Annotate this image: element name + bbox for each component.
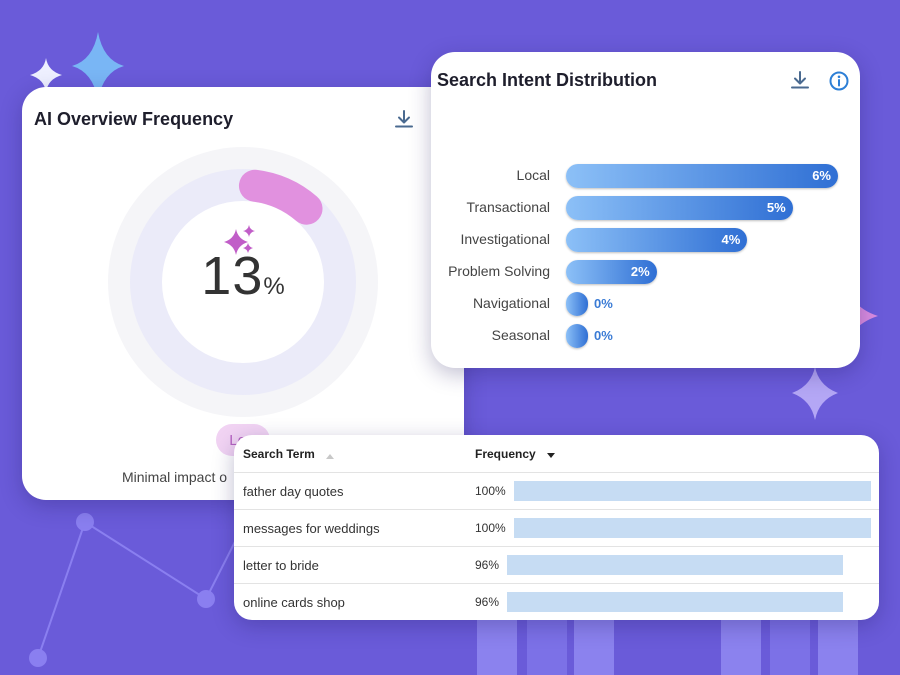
intent-bar[interactable]: 4% (566, 228, 748, 252)
frequency-cell: 100% (475, 521, 506, 535)
frequency-donut: 13% (108, 147, 378, 417)
intent-label: Investigational (460, 231, 550, 247)
sort-down-icon (547, 448, 556, 462)
intent-bar[interactable] (566, 324, 588, 348)
graph-node (76, 513, 94, 531)
intent-label: Navigational (472, 295, 550, 311)
frequency-cell: 100% (475, 484, 506, 498)
frequency-bar (514, 518, 871, 538)
sparkle-icon (792, 367, 838, 420)
intent-label: Seasonal (491, 327, 550, 343)
frequency-number: 13 (201, 246, 264, 306)
column-header-frequency[interactable]: Frequency (475, 447, 556, 462)
column-label: Frequency (475, 447, 536, 461)
impact-description: Minimal impact o (122, 469, 228, 485)
graph-node (197, 590, 215, 608)
frequency-bar (514, 481, 871, 501)
table-row[interactable]: letter to bride 96% (234, 546, 879, 583)
frequency-cell: 96% (475, 595, 500, 609)
intent-value: 6% (812, 168, 831, 183)
frequency-bar (507, 555, 843, 575)
table-row[interactable]: father day quotes 100% (234, 472, 879, 509)
intent-value: 4% (721, 232, 741, 247)
frequency-unit: % (263, 273, 285, 300)
intent-bar-row: Problem Solving 2% (431, 260, 860, 284)
search-intent-card: Search Intent Distribution Local 6% Transa… (431, 52, 860, 368)
intent-bar-row: Local 6% (431, 164, 860, 188)
search-term-cell: messages for weddings (243, 521, 380, 536)
search-term-cell: letter to bride (243, 558, 319, 573)
intent-bar-row: Investigational 4% (431, 228, 860, 252)
frequency-bar (507, 592, 843, 612)
search-term-cell: father day quotes (243, 484, 344, 499)
search-terms-table: Search Term Frequency father day quotes 1… (234, 435, 879, 620)
download-icon[interactable] (788, 68, 812, 92)
search-intent-title: Search Intent Distribution (437, 70, 658, 90)
intent-bar[interactable] (566, 292, 588, 316)
frequency-value: 13% (108, 245, 378, 307)
intent-value: 0% (594, 296, 613, 311)
info-icon[interactable] (827, 69, 851, 93)
ai-overview-title: AI Overview Frequency (34, 109, 234, 129)
intent-label: Local (516, 167, 550, 183)
intent-label: Transactional (466, 199, 550, 215)
intent-value: 0% (594, 328, 613, 343)
intent-bar[interactable]: 5% (566, 196, 793, 220)
sort-up-icon (326, 448, 335, 462)
table-row[interactable]: online cards shop 96% (234, 583, 879, 620)
intent-bar-row: Transactional 5% (431, 196, 860, 220)
column-header-search-term[interactable]: Search Term (243, 447, 335, 462)
intent-bar-row: Seasonal 0% (431, 324, 860, 348)
intent-bar[interactable]: 6% (566, 164, 838, 188)
intent-label: Problem Solving (448, 263, 550, 279)
intent-bar-row: Navigational 0% (431, 292, 860, 316)
frequency-cell: 96% (475, 558, 500, 572)
table-row[interactable]: messages for weddings 100% (234, 509, 879, 546)
intent-bar[interactable]: 2% (566, 260, 657, 284)
column-label: Search Term (243, 447, 315, 461)
graph-node (29, 649, 47, 667)
download-icon[interactable] (392, 107, 416, 131)
intent-value: 5% (766, 200, 786, 215)
intent-value: 2% (630, 264, 650, 279)
search-term-cell: online cards shop (243, 595, 345, 610)
